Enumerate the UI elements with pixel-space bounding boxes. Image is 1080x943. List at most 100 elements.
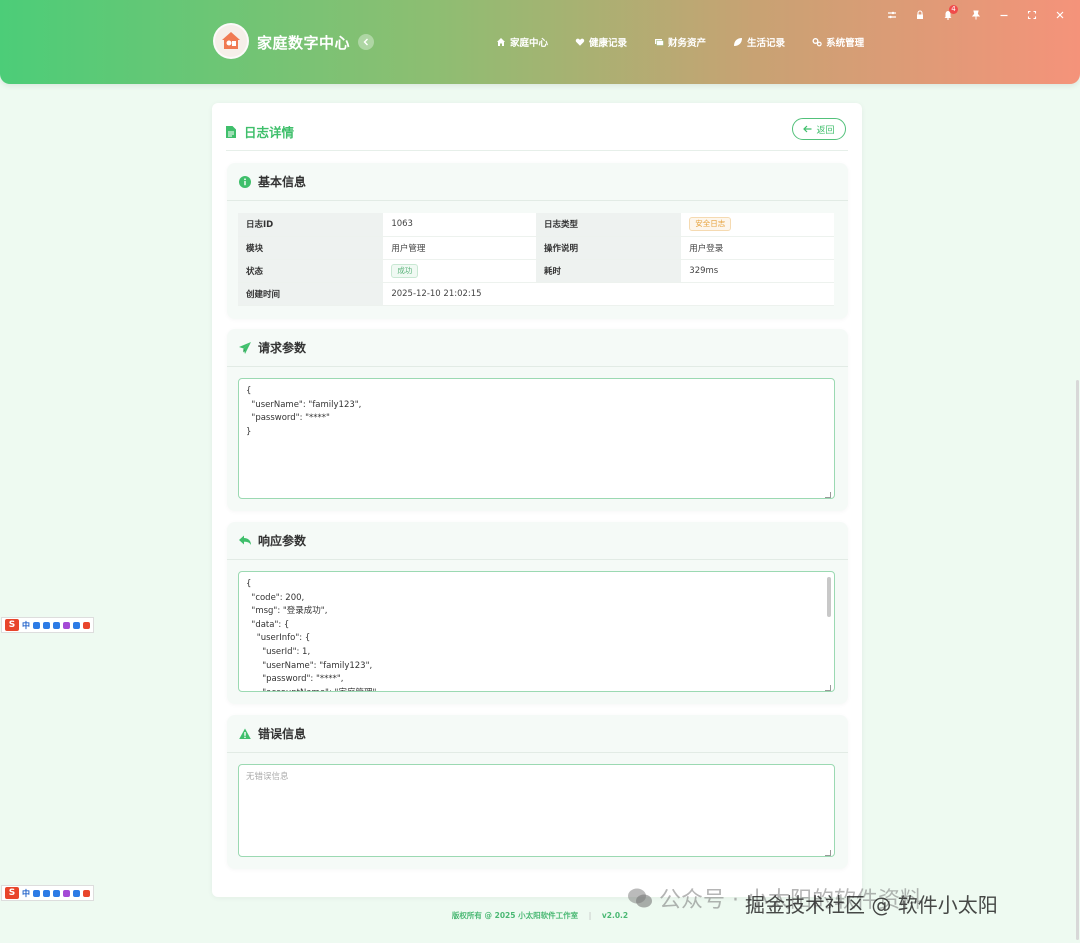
main-nav: 家庭中心 健康记录 财务资产 生活记录 系统管理 [496,35,891,49]
sogou-logo-icon: S [5,887,19,899]
label-log-type: 日志类型 [535,213,682,237]
brand-title: 家庭数字中心 [257,34,351,52]
logo[interactable] [213,23,249,59]
close-button[interactable] [1054,8,1066,22]
ime-toolbar[interactable]: S 中 [1,885,94,901]
nav-item-home[interactable]: 家庭中心 [496,35,548,49]
lock-button[interactable] [914,8,926,22]
page-title-text: 日志详情 [244,125,295,140]
table-row: 创建时间 2025-12-10 21:02:15 [238,282,834,306]
gears-icon [812,38,822,47]
log-detail-panel: 日志详情 返回 基本信息 日志ID 1063 日志类型 安全日志 模块 用户管理… [212,103,862,897]
document-icon [226,125,236,138]
window-controls: 4 [886,5,1066,22]
leaf-icon [734,38,743,46]
nav-label: 家庭中心 [510,38,549,49]
resize-handle[interactable] [825,685,831,691]
request-params-title: 请求参数 [258,341,307,355]
label-duration: 耗时 [535,259,682,283]
ime-mode-label: 中 [22,888,30,898]
maximize-button[interactable] [1026,8,1038,22]
value-log-id: 1063 [383,213,536,237]
back-button-label: 返回 [816,125,835,136]
footer-separator: | [588,911,592,920]
response-params-title: 响应参数 [258,534,307,548]
house-logo-icon [222,32,240,49]
top-header: 家庭数字中心 家庭中心 健康记录 财务资产 生活记录 系统管理 4 [0,0,1080,84]
juejin-watermark: 掘金技术社区 @ 软件小太阳 [745,893,998,917]
response-params-header: 响应参数 [227,522,848,560]
microphone-icon [43,889,50,897]
microphone-icon [43,621,50,629]
keyboard-icon [53,621,60,629]
page-title: 日志详情 [226,122,294,141]
more-icon [83,621,90,629]
response-params-textarea[interactable]: { "code": 200, "msg": "登录成功", "data": { … [238,571,835,692]
warning-triangle-icon [239,728,251,739]
value-operation: 用户登录 [681,236,834,260]
back-button[interactable]: 返回 [792,118,846,140]
copyright-text: 版权所有 @ 2025 小太阳软件工作室 [451,911,579,920]
label-created-time: 创建时间 [238,282,384,306]
log-type-tag: 安全日志 [689,217,732,232]
nav-label: 系统管理 [826,38,865,49]
request-params-textarea[interactable]: { "userName": "family123", "password": "… [238,378,835,499]
error-info-header: 错误信息 [227,715,848,753]
nav-item-life[interactable]: 生活记录 [733,35,785,49]
pin-icon [971,10,981,20]
ime-toolbar[interactable]: S 中 [1,617,94,633]
close-icon [1056,11,1064,19]
toolbox-icon [73,889,80,897]
resize-handle[interactable] [825,850,831,856]
basic-info-header: 基本信息 [227,163,848,201]
request-params-header: 请求参数 [227,329,848,367]
label-status: 状态 [238,259,384,283]
keyboard-icon [53,889,60,897]
nav-label: 财务资产 [668,38,707,49]
label-log-id: 日志ID [238,213,384,237]
value-module: 用户管理 [383,236,536,260]
nav-item-system[interactable]: 系统管理 [812,35,864,49]
punctuation-icon [33,889,40,897]
arrow-left-icon [803,125,812,133]
nav-item-finance[interactable]: 财务资产 [654,35,706,49]
status-badge: 成功 [391,263,419,278]
lock-icon [917,10,923,19]
more-icon [83,889,90,897]
notification-badge: 4 [949,5,958,14]
basic-info-card: 基本信息 日志ID 1063 日志类型 安全日志 模块 用户管理 操作说明 用户… [227,163,848,319]
info-circle-icon [239,175,251,188]
value-status-cell: 成功 [383,259,536,283]
sliders-icon [888,11,896,19]
skin-icon [63,889,70,897]
basic-info-title: 基本信息 [258,175,307,189]
minimize-button[interactable] [998,8,1010,22]
textarea-scrollbar[interactable] [827,577,831,617]
value-log-type-cell: 安全日志 [681,213,834,237]
toolbox-icon [73,621,80,629]
error-info-card: 错误信息 无错误信息 [227,715,848,869]
nav-label: 生活记录 [747,38,786,49]
panel-header: 日志详情 返回 [226,117,848,151]
notification-button[interactable]: 4 [942,5,958,22]
table-row: 状态 成功 耗时 329ms [238,259,834,283]
label-module: 模块 [238,236,384,260]
page-scrollbar[interactable] [1076,380,1079,940]
pin-button[interactable] [970,8,982,22]
reply-icon [239,535,251,545]
value-created-time: 2025-12-10 21:02:15 [383,282,834,306]
table-row: 模块 用户管理 操作说明 用户登录 [238,236,834,260]
error-info-textarea[interactable]: 无错误信息 [238,764,835,857]
collapse-sidebar-button[interactable] [358,34,374,50]
heart-icon [575,38,585,46]
version-text: v2.0.2 [601,911,629,920]
home-icon [497,38,505,46]
nav-item-health[interactable]: 健康记录 [575,35,627,49]
wechat-icon [628,888,652,908]
resize-handle[interactable] [825,492,831,498]
basic-info-table: 日志ID 1063 日志类型 安全日志 模块 用户管理 操作说明 用户登录 状态… [238,213,834,306]
error-info-title: 错误信息 [258,727,307,741]
settings-button[interactable] [886,8,898,22]
skin-icon [63,621,70,629]
maximize-icon [1027,10,1037,20]
